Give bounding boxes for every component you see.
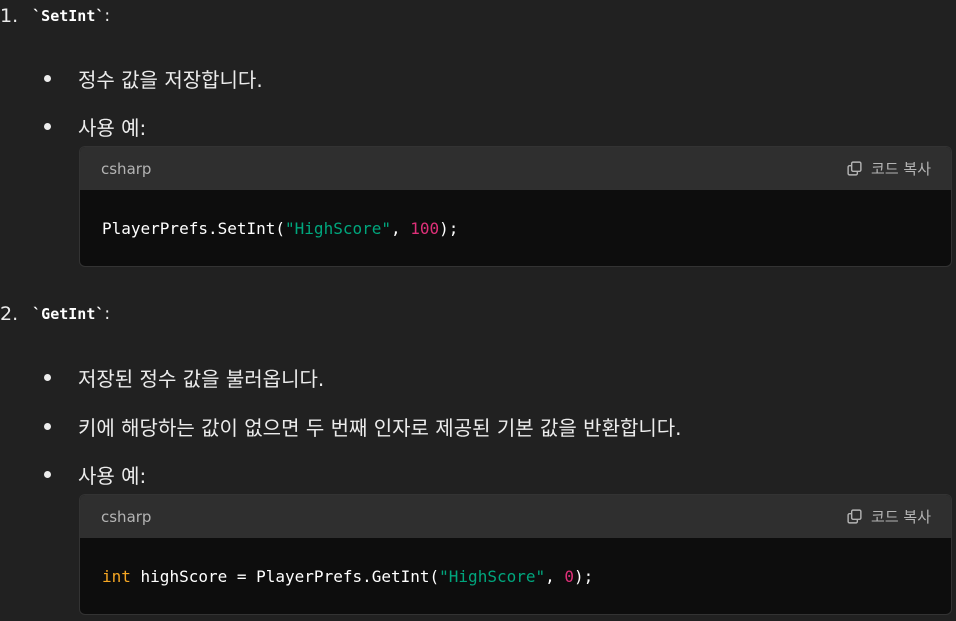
- list-item-getint: 2. `GetInt` :: [0, 298, 110, 330]
- bullet-item: 정수 값을 저장합니다.: [44, 62, 263, 94]
- inline-code-setint: `SetInt`: [32, 7, 105, 25]
- bullet-item: 사용 예:: [44, 110, 146, 142]
- code-token: );: [439, 218, 459, 238]
- bullet-dot: [44, 373, 51, 381]
- code-number: 100: [410, 218, 440, 238]
- code-token: PlayerPrefs.SetInt(: [102, 218, 286, 238]
- inline-code-getint: `GetInt`: [32, 305, 105, 323]
- bullet-text: 저장된 정수 값을 불러옵니다.: [78, 366, 325, 391]
- bullet-text: 사용 예:: [78, 115, 147, 140]
- bullet-dot: [44, 422, 51, 430]
- bullet-text: 정수 값을 저장합니다.: [78, 67, 263, 92]
- code-token: highScore = PlayerPrefs.GetInt(: [130, 566, 440, 586]
- copy-code-label: 코드 복사: [871, 160, 931, 178]
- bullet-item: 저장된 정수 값을 불러옵니다.: [44, 361, 324, 393]
- code-language-label: csharp: [101, 507, 152, 526]
- copy-icon: [847, 509, 862, 524]
- code-string: "HighScore": [439, 566, 546, 586]
- bullet-item: 키에 해당하는 값이 없으면 두 번째 인자로 제공된 기본 값을 반환합니다.: [44, 410, 682, 442]
- bullet-dot: [44, 74, 51, 82]
- list-number: 2.: [0, 303, 19, 325]
- code-block-header: csharp 코드 복사: [80, 147, 951, 190]
- code-block-setint: csharp 코드 복사 PlayerPrefs.SetInt("HighSco…: [79, 146, 952, 267]
- code-token: ,: [545, 566, 565, 586]
- code-block-getint: csharp 코드 복사 int highScore = PlayerPrefs…: [79, 494, 952, 615]
- list-number: 1.: [0, 5, 19, 27]
- bullet-text: 키에 해당하는 값이 없으면 두 번째 인자로 제공된 기본 값을 반환합니다.: [78, 415, 682, 440]
- colon: :: [104, 304, 111, 324]
- copy-icon: [847, 161, 862, 176]
- code-string: "HighScore": [285, 218, 391, 238]
- code-content: PlayerPrefs.SetInt("HighScore", 100);: [80, 190, 951, 266]
- copy-code-button[interactable]: 코드 복사: [846, 158, 931, 179]
- code-language-label: csharp: [101, 159, 152, 178]
- copy-code-label: 코드 복사: [871, 508, 931, 526]
- colon: :: [104, 6, 111, 26]
- bullet-item: 사용 예:: [44, 458, 146, 490]
- code-number: 0: [564, 566, 575, 586]
- code-keyword: int: [102, 566, 131, 586]
- code-content: int highScore = PlayerPrefs.GetInt("High…: [80, 538, 951, 614]
- code-token: );: [574, 566, 594, 586]
- code-token: ,: [391, 218, 411, 238]
- bullet-dot: [44, 470, 51, 478]
- copy-code-button[interactable]: 코드 복사: [846, 506, 931, 527]
- list-item-setint: 1. `SetInt` :: [0, 0, 110, 32]
- bullet-text: 사용 예:: [78, 463, 147, 488]
- bullet-dot: [44, 122, 51, 130]
- code-block-header: csharp 코드 복사: [80, 495, 951, 538]
